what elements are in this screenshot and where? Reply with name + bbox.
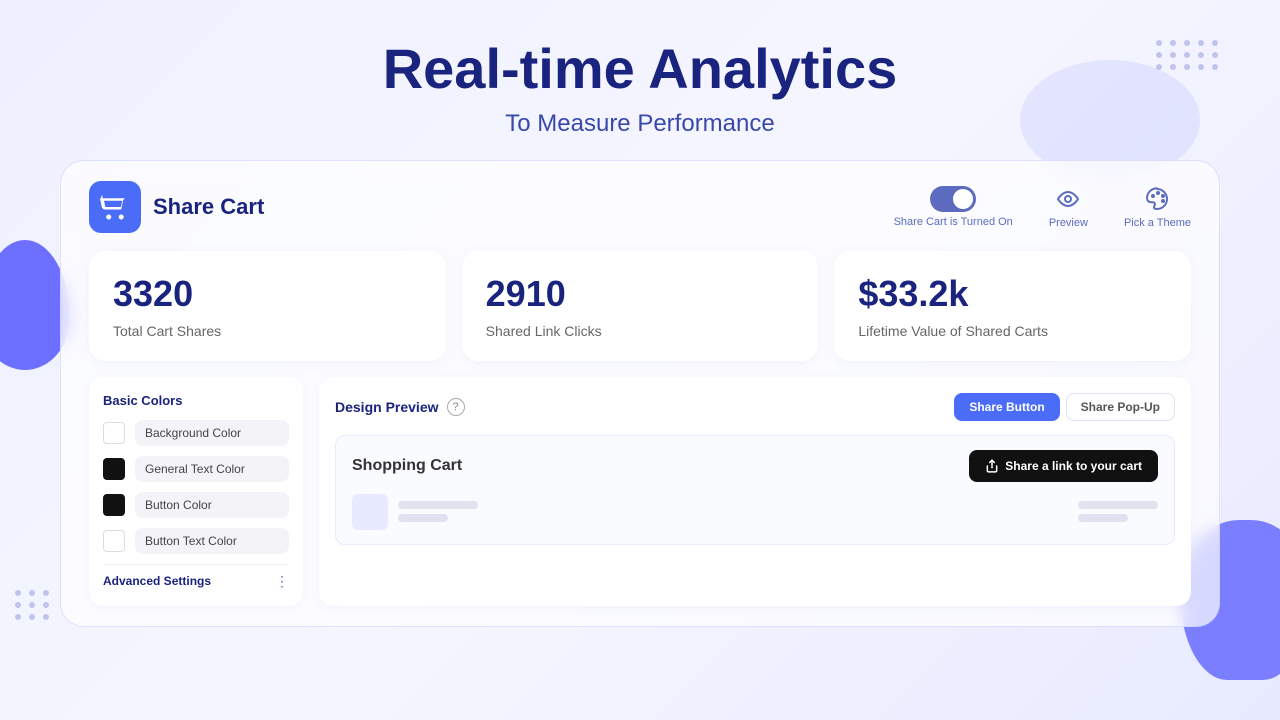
color-label-btn-1[interactable]: General Text Color bbox=[135, 456, 289, 482]
page-subtitle: To Measure Performance bbox=[0, 110, 1280, 138]
preview-item-lines bbox=[398, 501, 478, 522]
color-row-0: Background Color bbox=[103, 420, 289, 446]
color-label-btn-2[interactable]: Button Color bbox=[135, 492, 289, 518]
tab-share-popup[interactable]: Share Pop-Up bbox=[1066, 393, 1175, 421]
preview-line-long bbox=[398, 501, 478, 509]
color-label-btn-0[interactable]: Background Color bbox=[135, 420, 289, 446]
app-name: Share Cart bbox=[153, 194, 264, 220]
color-swatch-3[interactable] bbox=[103, 530, 125, 552]
color-swatch-2[interactable] bbox=[103, 494, 125, 516]
design-tab-group: Share Button Share Pop-Up bbox=[954, 393, 1175, 421]
help-icon[interactable]: ? bbox=[447, 398, 465, 416]
theme-label: Pick a Theme bbox=[1124, 217, 1191, 229]
toggle-label: Share Cart is Turned On bbox=[894, 216, 1013, 228]
app-controls: Share Cart is Turned On Preview bbox=[894, 185, 1191, 229]
main-card: Share Cart Share Cart is Turned On Previ… bbox=[60, 160, 1220, 627]
share-cart-toggle-area: Share Cart is Turned On bbox=[894, 186, 1013, 228]
toggle-knob bbox=[953, 189, 973, 209]
advanced-settings-chevron-icon[interactable]: ⋮ bbox=[275, 573, 289, 590]
preview-line-short bbox=[398, 514, 448, 522]
cart-icon bbox=[100, 192, 130, 222]
app-header-row: Share Cart Share Cart is Turned On Previ… bbox=[89, 181, 1191, 233]
share-cart-toggle[interactable] bbox=[930, 186, 976, 212]
colors-section-title: Basic Colors bbox=[103, 393, 289, 408]
design-panel: Design Preview ? Share Button Share Pop-… bbox=[319, 377, 1191, 606]
color-swatch-0[interactable] bbox=[103, 422, 125, 444]
eye-icon bbox=[1054, 185, 1082, 213]
preview-item-thumbnail bbox=[352, 494, 388, 530]
preview-label: Preview bbox=[1049, 217, 1088, 229]
share-link-icon bbox=[985, 459, 999, 473]
theme-button[interactable]: Pick a Theme bbox=[1124, 185, 1191, 229]
preview-cart-row: Shopping Cart Share a link to your cart bbox=[352, 450, 1158, 482]
preview-items-row bbox=[352, 494, 1158, 530]
dots-decoration-bottom bbox=[15, 590, 51, 620]
design-title-area: Design Preview ? bbox=[335, 398, 465, 416]
stat-value-1: 2910 bbox=[486, 273, 795, 315]
color-row-3: Button Text Color bbox=[103, 528, 289, 554]
preview-right-lines bbox=[1078, 501, 1158, 522]
colors-panel: Basic Colors Background Color General Te… bbox=[89, 377, 303, 606]
color-row-2: Button Color bbox=[103, 492, 289, 518]
app-icon bbox=[89, 181, 141, 233]
stat-card-2: $33.2k Lifetime Value of Shared Carts bbox=[834, 251, 1191, 361]
preview-right-line-2 bbox=[1078, 514, 1128, 522]
theme-icon bbox=[1143, 185, 1171, 213]
tab-share-button[interactable]: Share Button bbox=[954, 393, 1059, 421]
preview-cart-title: Shopping Cart bbox=[352, 457, 462, 475]
stat-label-0: Total Cart Shares bbox=[113, 323, 422, 339]
page-header: Real-time Analytics To Measure Performan… bbox=[0, 0, 1280, 138]
stat-value-0: 3320 bbox=[113, 273, 422, 315]
share-link-label: Share a link to your cart bbox=[1005, 459, 1142, 473]
bottom-section: Basic Colors Background Color General Te… bbox=[89, 377, 1191, 606]
app-logo-area: Share Cart bbox=[89, 181, 264, 233]
preview-right-line-1 bbox=[1078, 501, 1158, 509]
preview-box: Shopping Cart Share a link to your cart bbox=[335, 435, 1175, 545]
stat-value-2: $33.2k bbox=[858, 273, 1167, 315]
color-label-btn-3[interactable]: Button Text Color bbox=[135, 528, 289, 554]
design-preview-title: Design Preview bbox=[335, 399, 439, 415]
stat-label-2: Lifetime Value of Shared Carts bbox=[858, 323, 1167, 339]
stats-row: 3320 Total Cart Shares 2910 Shared Link … bbox=[89, 251, 1191, 361]
color-swatch-1[interactable] bbox=[103, 458, 125, 480]
preview-button[interactable]: Preview bbox=[1049, 185, 1088, 229]
page-title: Real-time Analytics bbox=[0, 38, 1280, 100]
share-link-button[interactable]: Share a link to your cart bbox=[969, 450, 1158, 482]
color-row-1: General Text Color bbox=[103, 456, 289, 482]
advanced-settings-label: Advanced Settings bbox=[103, 574, 211, 588]
stat-card-1: 2910 Shared Link Clicks bbox=[462, 251, 819, 361]
stat-card-0: 3320 Total Cart Shares bbox=[89, 251, 446, 361]
advanced-settings-row: Advanced Settings ⋮ bbox=[103, 564, 289, 590]
stat-label-1: Shared Link Clicks bbox=[486, 323, 795, 339]
design-panel-header: Design Preview ? Share Button Share Pop-… bbox=[335, 393, 1175, 421]
